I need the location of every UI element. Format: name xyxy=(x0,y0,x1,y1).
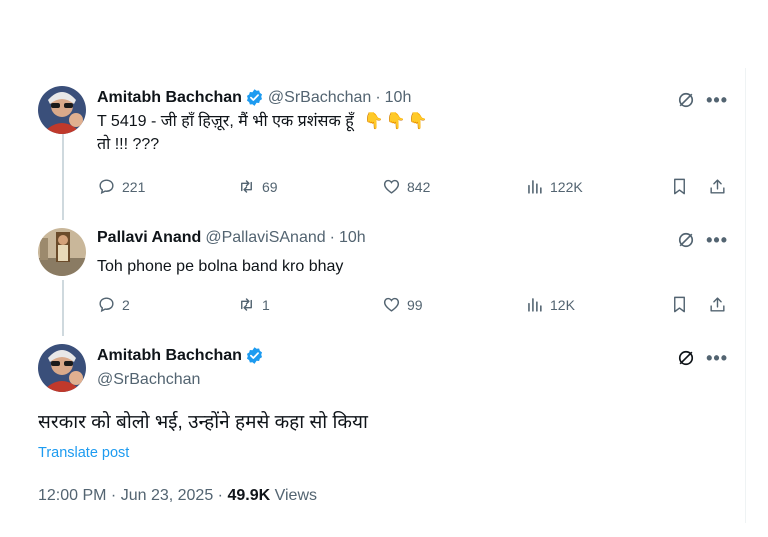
like-button[interactable]: 842 xyxy=(382,177,430,196)
like-count: 99 xyxy=(407,296,423,313)
thread-line xyxy=(62,280,64,336)
views-icon xyxy=(528,180,542,194)
repost-count: 1 xyxy=(262,296,270,313)
more-options-icon[interactable]: ••• xyxy=(706,231,728,249)
like-count: 842 xyxy=(407,178,431,195)
separator: · xyxy=(329,229,335,246)
tweet-header: Pallavi Anand @PallaviSAnand · 10h xyxy=(97,229,366,247)
reply-icon xyxy=(99,179,114,195)
post-time[interactable]: 10h xyxy=(385,89,412,107)
timeline-border xyxy=(745,68,746,523)
bookmark-icon[interactable] xyxy=(670,177,689,196)
views-button[interactable]: 122K xyxy=(525,177,583,196)
grok-icon[interactable] xyxy=(676,90,696,110)
tweet-header: Amitabh Bachchan @SrBachchan · 10h xyxy=(97,88,411,107)
author-handle[interactable]: @SrBachchan xyxy=(268,89,371,107)
views-count: 12K xyxy=(550,296,575,313)
tweet-text: T 5419 - जी हाँ हिज़ूर, मैं भी एक प्रशंस… xyxy=(97,110,429,156)
author-handle[interactable]: @PallaviSAnand xyxy=(205,229,325,247)
tweet-text: Toh phone pe bolna band kro bhay xyxy=(97,258,344,275)
reply-icon xyxy=(99,297,114,313)
tweet-header-actions: ••• xyxy=(676,348,728,368)
heart-icon xyxy=(383,179,400,194)
tweet-text: सरकार को बोलो भई, उन्होंने हमसे कहा सो क… xyxy=(38,412,368,433)
tweet-header-actions: ••• xyxy=(676,90,728,110)
bookmark-icon[interactable] xyxy=(670,295,689,314)
repost-icon xyxy=(241,180,252,193)
views-icon xyxy=(528,298,542,312)
heart-icon xyxy=(383,297,400,312)
verified-badge-icon xyxy=(246,347,262,364)
views-count: 122K xyxy=(550,178,583,195)
grok-icon[interactable] xyxy=(676,230,696,250)
avatar[interactable] xyxy=(38,228,86,276)
translate-post-link[interactable]: Translate post xyxy=(38,445,129,461)
reply-button[interactable]: 221 xyxy=(97,177,145,196)
tweet-text-line: तो !!! ??? xyxy=(97,136,160,153)
tweet-text-line: T 5419 - जी हाँ हिज़ूर, मैं भी एक प्रशंस… xyxy=(97,113,354,130)
author-name[interactable]: Amitabh Bachchan xyxy=(97,347,242,365)
tweet-actions: 2 1 99 12K xyxy=(97,295,728,317)
tweet-actions: 221 69 842 122K xyxy=(97,177,728,199)
author-handle-row: @SrBachchan xyxy=(97,371,200,389)
share-icon[interactable] xyxy=(708,295,727,314)
thread-line xyxy=(62,134,64,220)
tweet-header-actions: ••• xyxy=(676,230,728,250)
avatar[interactable] xyxy=(38,86,86,134)
grok-icon[interactable] xyxy=(676,348,696,368)
pointing-down-emoji: 👇👇👇 xyxy=(363,113,430,130)
post-timestamp[interactable]: 12:00 PM · Jun 23, 2025 · xyxy=(38,487,227,504)
reply-count: 221 xyxy=(122,178,146,195)
post-time[interactable]: 10h xyxy=(339,229,366,247)
more-options-icon[interactable]: ••• xyxy=(706,91,728,109)
verified-badge-icon xyxy=(246,89,262,106)
repost-button[interactable]: 69 xyxy=(237,177,278,196)
post-metadata: 12:00 PM · Jun 23, 2025 · 49.9K Views xyxy=(38,487,317,505)
separator: · xyxy=(375,88,381,106)
views-button[interactable]: 12K xyxy=(525,295,575,314)
author-name[interactable]: Pallavi Anand xyxy=(97,229,201,247)
author-handle[interactable]: @SrBachchan xyxy=(97,371,200,389)
share-icon[interactable] xyxy=(708,177,727,196)
author-name[interactable]: Amitabh Bachchan xyxy=(97,89,242,107)
views-label: Views xyxy=(270,487,317,504)
like-button[interactable]: 99 xyxy=(382,295,423,314)
reply-button[interactable]: 2 xyxy=(97,295,130,314)
repost-icon xyxy=(241,298,252,311)
reply-count: 2 xyxy=(122,296,130,313)
repost-button[interactable]: 1 xyxy=(237,295,270,314)
views-total: 49.9K xyxy=(227,487,271,504)
tweet-header: Amitabh Bachchan xyxy=(97,346,268,365)
more-options-icon[interactable]: ••• xyxy=(706,349,728,367)
avatar[interactable] xyxy=(38,344,86,392)
repost-count: 69 xyxy=(262,178,278,195)
